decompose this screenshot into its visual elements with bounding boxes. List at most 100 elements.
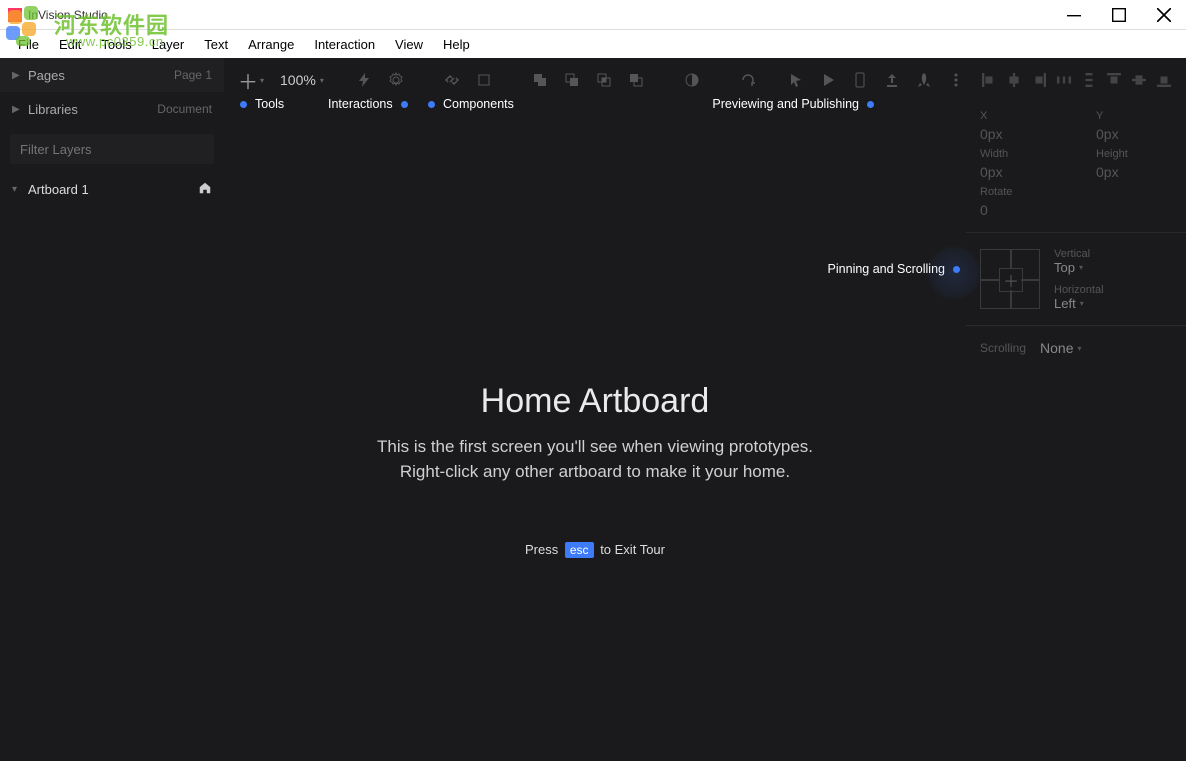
tour-tools-text: Tools bbox=[255, 97, 284, 111]
maximize-button[interactable] bbox=[1096, 0, 1141, 30]
distribute-h-icon[interactable] bbox=[1055, 71, 1073, 89]
zoom-control[interactable]: 100%▾ bbox=[280, 72, 324, 88]
rotate-label: Rotate bbox=[980, 186, 1172, 198]
filter-layers-input[interactable] bbox=[10, 134, 214, 164]
device-icon[interactable] bbox=[852, 68, 868, 92]
rocket-icon[interactable] bbox=[916, 68, 932, 92]
lightning-icon[interactable] bbox=[356, 68, 372, 92]
pages-label: Pages bbox=[28, 68, 174, 83]
home-title: Home Artboard bbox=[224, 382, 966, 421]
caret-down-icon: ▾ bbox=[320, 76, 324, 85]
minimize-button[interactable] bbox=[1051, 0, 1096, 30]
tour-label-components[interactable]: Components bbox=[428, 97, 514, 111]
filter-layers-box bbox=[10, 134, 214, 164]
subtract-icon[interactable] bbox=[564, 68, 580, 92]
pin-center-icon[interactable]: ＋ bbox=[999, 268, 1023, 292]
menu-interaction[interactable]: Interaction bbox=[304, 33, 385, 56]
sidebar-libraries[interactable]: ▶ Libraries Document bbox=[0, 92, 224, 126]
align-left-icon[interactable] bbox=[980, 71, 998, 89]
artboard-label: Artboard 1 bbox=[28, 182, 198, 197]
pinning-highlight-ring bbox=[926, 245, 982, 301]
menubar: File Edit Tools Layer Text Arrange Inter… bbox=[0, 30, 1186, 58]
width-label: Width bbox=[980, 148, 1056, 160]
chevron-right-icon: ▶ bbox=[12, 104, 22, 115]
close-button[interactable] bbox=[1141, 0, 1186, 30]
pinning-section: ＋ Vertical Top▾ Horizontal Left▾ bbox=[966, 233, 1186, 326]
window-controls bbox=[1051, 0, 1186, 30]
app-area: ▶ Pages Page 1 ▶ Libraries Document ▾ Ar… bbox=[0, 58, 1186, 761]
tour-dot-icon bbox=[428, 101, 435, 108]
crop-icon[interactable] bbox=[476, 68, 492, 92]
pages-meta: Page 1 bbox=[174, 68, 212, 82]
horizontal-select[interactable]: Left▾ bbox=[1054, 296, 1172, 311]
tour-label-interactions[interactable]: Interactions bbox=[328, 97, 408, 111]
height-label: Height bbox=[1096, 148, 1172, 160]
tour-dot-icon bbox=[867, 101, 874, 108]
tour-interactions-text: Interactions bbox=[328, 97, 393, 111]
mask-icon[interactable] bbox=[684, 68, 700, 92]
position-group: X 0px Y 0px Width 0px Height 0px bbox=[966, 102, 1186, 233]
scrolling-row: Scrolling None▾ bbox=[966, 326, 1186, 370]
x-value[interactable]: 0px bbox=[980, 126, 1056, 142]
width-value[interactable]: 0px bbox=[980, 164, 1056, 180]
menu-layer[interactable]: Layer bbox=[142, 33, 195, 56]
chevron-down-icon: ▾ bbox=[12, 184, 22, 195]
add-tool-button[interactable]: ＋▾ bbox=[238, 66, 264, 95]
menu-view[interactable]: View bbox=[385, 33, 433, 56]
app-icon bbox=[8, 8, 22, 22]
toolbar: ＋▾ 100%▾ bbox=[224, 58, 966, 102]
menu-edit[interactable]: Edit bbox=[49, 33, 91, 56]
gear-icon[interactable] bbox=[388, 68, 404, 92]
upload-icon[interactable] bbox=[884, 68, 900, 92]
menu-text[interactable]: Text bbox=[194, 33, 238, 56]
play-icon[interactable] bbox=[820, 68, 836, 92]
menu-tools[interactable]: Tools bbox=[91, 33, 141, 56]
libraries-label: Libraries bbox=[28, 102, 157, 117]
sidebar-artboard[interactable]: ▾ Artboard 1 bbox=[0, 172, 224, 206]
tour-dot-icon bbox=[240, 101, 247, 108]
rotate-value[interactable]: 0 bbox=[980, 202, 1172, 218]
window-title: InVision Studio bbox=[28, 8, 1051, 22]
tour-previewing-text: Previewing and Publishing bbox=[712, 97, 859, 111]
align-top-icon[interactable] bbox=[1105, 71, 1123, 89]
union-icon[interactable] bbox=[532, 68, 548, 92]
scrolling-label: Scrolling bbox=[980, 341, 1026, 355]
align-vcenter-icon[interactable] bbox=[1130, 71, 1148, 89]
y-label: Y bbox=[1096, 110, 1172, 122]
height-value[interactable]: 0px bbox=[1096, 164, 1172, 180]
x-label: X bbox=[980, 110, 1056, 122]
more-icon[interactable] bbox=[948, 68, 964, 92]
canvas-area: Tools Interactions Components Previewing… bbox=[224, 102, 966, 761]
menu-arrange[interactable]: Arrange bbox=[238, 33, 304, 56]
tour-label-previewing[interactable]: Previewing and Publishing bbox=[712, 97, 874, 111]
exit-prefix: Press bbox=[525, 542, 558, 557]
menu-help[interactable]: Help bbox=[433, 33, 480, 56]
scrolling-select[interactable]: None▾ bbox=[1040, 340, 1081, 356]
vertical-label: Vertical bbox=[1054, 248, 1172, 260]
refresh-icon[interactable] bbox=[740, 68, 756, 92]
link-icon[interactable] bbox=[444, 68, 460, 92]
home-icon bbox=[198, 181, 212, 198]
home-artboard-overlay: Home Artboard This is the first screen y… bbox=[224, 382, 966, 484]
right-sidebar: X 0px Y 0px Width 0px Height 0px bbox=[966, 58, 1186, 761]
esc-key-badge: esc bbox=[565, 542, 594, 558]
y-value[interactable]: 0px bbox=[1096, 126, 1172, 142]
align-right-icon[interactable] bbox=[1030, 71, 1048, 89]
chevron-right-icon: ▶ bbox=[12, 70, 22, 81]
vertical-select[interactable]: Top▾ bbox=[1054, 260, 1172, 275]
home-body: This is the first screen you'll see when… bbox=[375, 435, 815, 484]
pin-grid[interactable]: ＋ bbox=[980, 249, 1040, 309]
sidebar-pages[interactable]: ▶ Pages Page 1 bbox=[0, 58, 224, 92]
cursor-icon[interactable] bbox=[788, 68, 804, 92]
left-sidebar: ▶ Pages Page 1 ▶ Libraries Document ▾ Ar… bbox=[0, 58, 224, 761]
intersect-icon[interactable] bbox=[596, 68, 612, 92]
menu-file[interactable]: File bbox=[8, 33, 49, 56]
align-hcenter-icon[interactable] bbox=[1005, 71, 1023, 89]
align-bottom-icon[interactable] bbox=[1155, 71, 1173, 89]
exit-tour-hint: Press esc to Exit Tour bbox=[224, 542, 966, 558]
distribute-v-icon[interactable] bbox=[1080, 71, 1098, 89]
tour-label-tools[interactable]: Tools bbox=[240, 97, 284, 111]
horizontal-label: Horizontal bbox=[1054, 284, 1172, 296]
tour-components-text: Components bbox=[443, 97, 514, 111]
difference-icon[interactable] bbox=[628, 68, 644, 92]
